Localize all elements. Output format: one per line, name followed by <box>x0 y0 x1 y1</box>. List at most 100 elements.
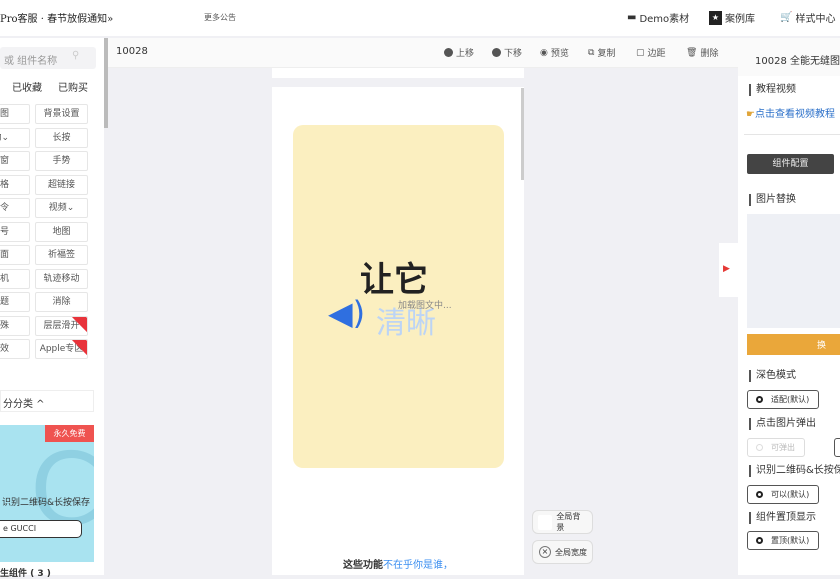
label: 删除 <box>700 49 719 59</box>
component-button[interactable]: Apple专区 <box>35 339 88 359</box>
popup-option-2[interactable] <box>834 438 840 457</box>
move-down-button[interactable]: 下移 <box>492 46 522 59</box>
right-panel: 10028 全能无缝图 教程视频 ☛点击查看视频教程 组件配置 图片替换 换 深… <box>738 38 840 575</box>
component-button[interactable]: 地图 <box>35 221 88 242</box>
promo-text: 识别二维码&长按保存 <box>2 498 91 508</box>
label: 置顶(默认) <box>771 536 810 545</box>
cart-icon: 🛒 <box>780 12 793 23</box>
label: 复制 <box>597 49 616 59</box>
move-up-button[interactable]: 上移 <box>444 46 474 59</box>
notice-link[interactable]: Pro客服 · 春节放假通知» <box>0 10 113 25</box>
label: 封面 <box>0 250 9 260</box>
label: 适配(默认) <box>771 395 810 404</box>
demo-link[interactable]: ▬ Demo素材 <box>627 10 689 25</box>
component-button[interactable]: 封面 <box>0 245 30 265</box>
more-announcements-link[interactable]: 更多公告 <box>204 12 236 23</box>
trash-icon: 🗑 <box>686 47 698 58</box>
search-icon[interactable]: ⚲ <box>72 50 79 61</box>
tab-favorites[interactable]: 已收藏 <box>12 79 42 94</box>
style-center-link[interactable]: 🛒 样式中心 <box>780 10 835 25</box>
copy-icon: ⧉ <box>588 47 595 58</box>
qr-option[interactable]: 可以(默认) <box>747 485 819 504</box>
replace-button[interactable]: 换 <box>747 334 840 355</box>
collapse-panel-button[interactable]: ▶ <box>719 243 738 297</box>
promo-card[interactable]: 永久免费 C 识别二维码&长按保存 e GUCCI <box>0 425 94 562</box>
pin-top-option[interactable]: 置顶(默认) <box>747 531 819 550</box>
text: ， <box>443 560 453 571</box>
component-button[interactable]: 换机 <box>0 268 30 289</box>
component-button[interactable]: 动⌄ <box>0 127 30 148</box>
book-icon: ★ <box>709 10 722 25</box>
phone-top <box>272 68 524 78</box>
component-button[interactable]: 璃特效 <box>0 339 30 359</box>
text: 这些功能 <box>343 560 383 571</box>
demo-label: Demo素材 <box>639 14 690 25</box>
component-button[interactable]: 手势 <box>35 151 88 171</box>
radio-icon <box>756 444 763 451</box>
promo-button[interactable]: e GUCCI <box>0 520 82 538</box>
tutorial-link[interactable]: ☛点击查看视频教程 <box>746 105 835 120</box>
component-button[interactable]: 格 <box>0 174 30 195</box>
delete-button[interactable]: 🗑 删除 <box>686 46 719 60</box>
component-button[interactable]: 祈福签 <box>35 245 88 265</box>
label: 下移 <box>504 49 523 59</box>
component-button[interactable]: 口令 <box>0 198 30 218</box>
label: 背景设置 <box>43 109 80 119</box>
radio-icon <box>756 537 763 544</box>
phone-scrollbar[interactable] <box>521 88 524 180</box>
dark-mode-option[interactable]: 适配(默认) <box>747 390 819 409</box>
card-title: 让它 <box>360 260 428 300</box>
pin-top-heading: 组件置顶显示 <box>749 512 816 524</box>
component-button[interactable]: 轨迹移动 <box>35 268 88 289</box>
folder-icon: ▬ <box>627 12 637 23</box>
global-background-button[interactable]: 全局背景 <box>532 510 593 534</box>
component-search-input[interactable]: 或 组件名称 <box>0 47 96 69</box>
label: 题 <box>0 297 9 307</box>
label: 手势 <box>52 156 71 166</box>
component-button[interactable]: 长按 <box>35 127 88 148</box>
global-width-button[interactable]: × 全局宽度 <box>532 540 593 564</box>
qr-heading: 识别二维码&长按保存 <box>749 465 840 477</box>
loading-text: 加载图文中... <box>398 301 452 311</box>
label: 长按 <box>52 132 71 143</box>
bottom-text: 这些功能不在乎你是谁， <box>343 556 453 571</box>
component-button[interactable]: 超链接 <box>35 174 88 195</box>
component-button[interactable]: 层层滑开 <box>35 315 88 336</box>
eye-icon: ◉ <box>540 47 548 58</box>
label: 可以(默认) <box>771 490 810 499</box>
component-config-button[interactable]: 组件配置 <box>747 154 834 174</box>
label: 殊 <box>0 320 9 331</box>
component-button[interactable]: 消除 <box>35 292 88 312</box>
component-button[interactable]: l 弹窗 <box>0 151 30 171</box>
label: 格 <box>0 179 9 190</box>
pointing-hand-icon: ☛ <box>746 109 755 120</box>
caret-right-icon: ▶ <box>723 264 730 274</box>
component-id: 10028 <box>116 46 148 57</box>
image-drop-area[interactable] <box>747 214 840 328</box>
popup-option[interactable]: 可弹出 <box>747 438 805 457</box>
label: 轨迹移动 <box>43 273 80 284</box>
component-button[interactable]: 视频⌄ <box>35 198 88 218</box>
preview-button[interactable]: ◉ 预览 <box>540 46 569 60</box>
category-toggle[interactable]: 分分类 ^ <box>0 390 94 412</box>
component-button[interactable]: 键图 <box>0 104 30 124</box>
label: 地图 <box>52 226 71 237</box>
margin-icon: ▢ <box>636 47 645 58</box>
label: 众号 <box>0 226 9 237</box>
label: 边距 <box>647 49 666 59</box>
tab-purchased[interactable]: 已购买 <box>58 79 88 94</box>
margin-button[interactable]: ▢ 边距 <box>636 46 666 60</box>
copy-button[interactable]: ⧉ 复制 <box>588 46 616 60</box>
component-button[interactable]: 众号 <box>0 221 30 242</box>
component-button[interactable]: 殊 <box>0 315 30 336</box>
cases-link[interactable]: ★ 案例库 <box>709 10 755 25</box>
speaker-icon[interactable]: ◀) <box>328 297 365 329</box>
label: 全局背景 <box>556 512 581 532</box>
label: 超链接 <box>47 179 75 190</box>
component-button[interactable]: 背景设置 <box>35 104 88 124</box>
radio-icon <box>756 396 763 403</box>
component-button[interactable]: 题 <box>0 292 30 312</box>
label: 层层滑开 <box>43 320 80 331</box>
label: 可弹出 <box>771 443 795 452</box>
label: 换机 <box>0 273 9 284</box>
